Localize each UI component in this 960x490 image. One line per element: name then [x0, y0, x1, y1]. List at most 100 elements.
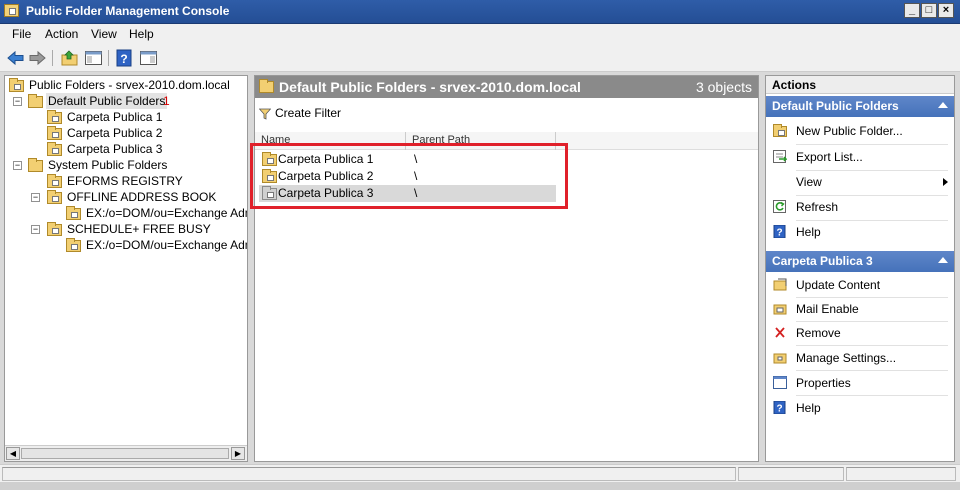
result-pane-title: Default Public Folders - srvex-2010.dom.…: [279, 79, 581, 95]
tree-item-label: OFFLINE ADDRESS BOOK: [67, 190, 217, 204]
tree-item-label: Default Public Folders: [46, 93, 168, 109]
action-label: Properties: [796, 376, 851, 390]
tree-pane: Public Folders - srvex-2010.dom.local − …: [4, 75, 248, 462]
create-filter-label: Create Filter: [275, 106, 342, 120]
object-count: 3 objects: [695, 79, 752, 95]
action-refresh[interactable]: Refresh: [766, 195, 954, 219]
action-properties[interactable]: Properties: [766, 371, 954, 395]
filter-funnel-icon: [259, 108, 271, 120]
public-folder-icon: [47, 142, 62, 156]
public-folder-icon: [9, 78, 24, 92]
folder-icon: [28, 94, 43, 108]
update-content-icon: [773, 278, 787, 291]
collapse-up-icon[interactable]: [938, 257, 948, 263]
action-manage-settings[interactable]: Manage Settings...: [766, 346, 954, 370]
folder-icon: [28, 158, 43, 172]
folder-icon: [259, 79, 274, 93]
tree-item-label: EX:/o=DOM/ou=Exchange Admini: [86, 238, 247, 252]
action-label: Mail Enable: [796, 302, 859, 316]
public-folder-icon: [47, 190, 62, 204]
forward-arrow-icon[interactable]: [28, 49, 47, 67]
svg-text:?: ?: [120, 52, 127, 66]
result-pane-header: Default Public Folders - srvex-2010.dom.…: [255, 76, 758, 98]
menu-view[interactable]: View: [91, 27, 117, 41]
action-label: Export List...: [796, 150, 863, 164]
new-public-folder-icon: [773, 124, 787, 137]
mail-enable-icon: [773, 304, 787, 315]
actions-section-header-carpeta-publica-3[interactable]: Carpeta Publica 3: [766, 251, 954, 272]
close-button[interactable]: ×: [938, 3, 954, 18]
public-folder-icon: [66, 206, 81, 220]
action-new-public-folder[interactable]: New Public Folder...: [766, 119, 954, 143]
up-folder-icon[interactable]: [60, 49, 79, 67]
desktop-strip: [0, 482, 960, 490]
action-label: Help: [796, 225, 821, 239]
tree-item-label: Carpeta Publica 2: [67, 126, 163, 140]
menu-file[interactable]: File: [12, 27, 31, 41]
export-list-icon: [773, 150, 787, 163]
manage-settings-icon: [773, 353, 787, 364]
actions-title: Actions: [766, 76, 954, 94]
action-export-list[interactable]: Export List...: [766, 145, 954, 169]
action-view[interactable]: View: [766, 170, 954, 194]
action-update-content[interactable]: Update Content: [766, 273, 954, 297]
status-segment: [738, 467, 844, 481]
action-label: View: [796, 175, 822, 189]
back-arrow-icon[interactable]: [6, 49, 25, 67]
public-folder-icon: [47, 126, 62, 140]
collapse-expander[interactable]: −: [13, 97, 22, 106]
tree-item-label: Carpeta Publica 1: [67, 110, 163, 124]
window-title: Public Folder Management Console: [26, 4, 230, 18]
public-folder-icon: [66, 238, 81, 252]
refresh-icon: [773, 200, 786, 213]
help-icon[interactable]: ?: [115, 49, 134, 67]
show-hide-action-pane-icon[interactable]: [139, 49, 158, 67]
action-help[interactable]: ? Help: [766, 220, 954, 244]
collapse-expander[interactable]: −: [13, 161, 22, 170]
tree-item-label: Carpeta Publica 3: [67, 142, 163, 156]
status-segment: [846, 467, 956, 481]
annotation-number: 1: [163, 94, 170, 108]
title-bar: Public Folder Management Console _ □ ×: [0, 0, 960, 24]
menu-help[interactable]: Help: [129, 27, 154, 41]
tree-horizontal-scrollbar[interactable]: ◀ ▶: [5, 445, 247, 461]
action-label: Manage Settings...: [796, 351, 897, 365]
remove-x-icon: [775, 327, 785, 338]
toolbar-separator: [52, 50, 53, 66]
action-label: Refresh: [796, 200, 839, 214]
public-folder-app-icon: [4, 4, 19, 17]
tree-item-label: EX:/o=DOM/ou=Exchange Admini: [86, 206, 247, 220]
section-header-label: Carpeta Publica 3: [772, 254, 873, 268]
minimize-button[interactable]: _: [904, 3, 920, 18]
public-folder-icon: [47, 110, 62, 124]
action-help-item[interactable]: ? Help: [766, 396, 954, 420]
action-label: Remove: [796, 326, 841, 340]
highlight-box: [250, 143, 568, 209]
action-mail-enable[interactable]: Mail Enable: [766, 297, 954, 321]
status-bar: [0, 464, 960, 482]
collapse-up-icon[interactable]: [938, 102, 948, 108]
maximize-button[interactable]: □: [921, 3, 937, 18]
tree-item-label: Public Folders - srvex-2010.dom.local: [29, 78, 230, 92]
menu-action[interactable]: Action: [45, 27, 78, 41]
scroll-right-arrow-icon[interactable]: ▶: [231, 447, 245, 460]
public-folder-icon: [47, 222, 62, 236]
status-segment: [2, 467, 736, 481]
scroll-thumb[interactable]: [21, 448, 229, 459]
action-label: New Public Folder...: [796, 124, 903, 138]
help-icon: ?: [773, 401, 786, 414]
action-remove[interactable]: Remove: [766, 321, 954, 345]
toolbar: ?: [0, 45, 960, 72]
submenu-arrow-icon: [943, 178, 948, 186]
scroll-left-arrow-icon[interactable]: ◀: [6, 447, 20, 460]
collapse-expander[interactable]: −: [31, 225, 40, 234]
help-icon: ?: [773, 225, 786, 238]
collapse-expander[interactable]: −: [31, 193, 40, 202]
menu-bar: File Action View Help: [0, 24, 960, 45]
tree-item-label: System Public Folders: [48, 158, 168, 172]
actions-section-header-default-public-folders[interactable]: Default Public Folders: [766, 96, 954, 117]
show-hide-tree-icon[interactable]: [84, 49, 103, 67]
actions-pane: Actions Default Public Folders New Publi…: [765, 75, 955, 462]
result-pane: Default Public Folders - srvex-2010.dom.…: [254, 75, 759, 462]
tree-item-label: SCHEDULE+ FREE BUSY: [67, 222, 211, 236]
